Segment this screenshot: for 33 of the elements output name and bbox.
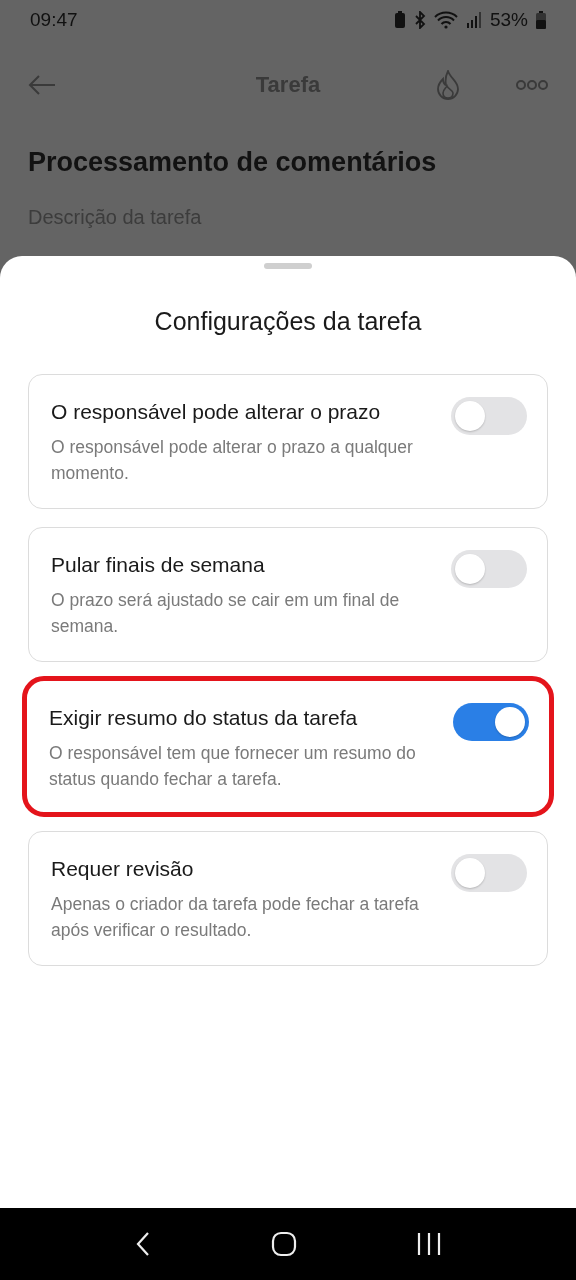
- battery-percentage: 53%: [489, 9, 528, 31]
- home-button[interactable]: [271, 1231, 297, 1257]
- setting-title: O responsável pode alterar o prazo: [51, 399, 382, 425]
- wifi-icon: [433, 11, 458, 29]
- back-arrow-icon: [28, 74, 56, 96]
- task-title: Processamento de comentários: [28, 146, 438, 179]
- clock: 09:47: [30, 9, 78, 31]
- flame-button[interactable]: [436, 70, 460, 100]
- more-icon: [516, 79, 548, 91]
- setting-title: Requer revisão: [51, 856, 195, 882]
- setting-description: O prazo será ajustado se cair em um final de semana.: [51, 589, 401, 638]
- setting-description: O responsável pode alterar o prazo a qualquer momento.: [51, 436, 414, 485]
- battery-icon: [536, 11, 546, 29]
- setting-description: Apenas o criador da tarefa pode fechar a tarefa após verificar o resultado.: [51, 893, 420, 942]
- signal-icon: [465, 11, 482, 29]
- bluetooth-icon: [413, 11, 426, 29]
- toggle-switch[interactable]: [451, 550, 527, 588]
- sheet-title: Configurações da tarefa: [154, 306, 422, 337]
- toggle-switch[interactable]: [451, 397, 527, 435]
- more-button[interactable]: [516, 79, 548, 91]
- back-button[interactable]: [135, 1231, 151, 1257]
- flame-icon: [436, 70, 460, 100]
- setting-description: O responsável tem que fornecer um resumo do status quando fechar a tarefa.: [49, 742, 417, 791]
- home-icon: [271, 1231, 297, 1257]
- back-icon: [135, 1231, 151, 1257]
- recent-apps-button[interactable]: [417, 1232, 441, 1256]
- drag-handle[interactable]: [264, 263, 312, 269]
- battery-saver-icon: [393, 11, 406, 29]
- setting-title: Exigir resumo do status da tarefa: [49, 705, 359, 731]
- toggle-switch[interactable]: [453, 703, 529, 741]
- toggle-switch[interactable]: [451, 854, 527, 892]
- setting-title: Pular finais de semana: [51, 552, 266, 578]
- recent-apps-icon: [417, 1232, 441, 1256]
